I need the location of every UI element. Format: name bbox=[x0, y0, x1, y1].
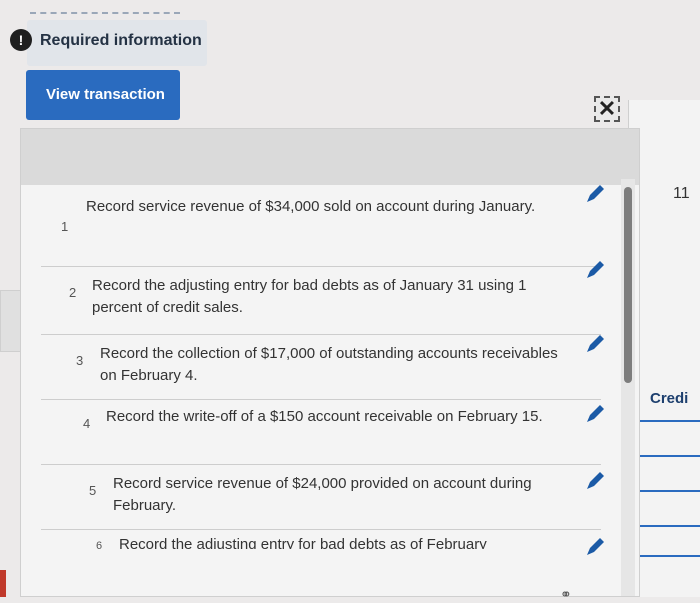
pencil-icon[interactable] bbox=[583, 258, 607, 282]
transaction-number: 2 bbox=[69, 285, 77, 300]
pencil-icon[interactable] bbox=[583, 469, 607, 493]
transaction-list-dialog: 1 Record service revenue of $34,000 sold… bbox=[20, 128, 640, 597]
credit-entry-line[interactable] bbox=[634, 455, 700, 457]
transaction-number: 5 bbox=[89, 483, 97, 498]
credit-entry-line[interactable] bbox=[634, 490, 700, 492]
transaction-row: 5 Record service revenue of $24,000 prov… bbox=[41, 465, 601, 530]
transaction-description: Record service revenue of $24,000 provid… bbox=[113, 475, 532, 514]
link-icon: ⚭ bbox=[560, 586, 572, 602]
info-icon: ! bbox=[10, 29, 32, 51]
transaction-number: 4 bbox=[83, 416, 91, 431]
transaction-row: 6 Record the adjusting entry for bad deb… bbox=[41, 530, 601, 596]
transaction-description: Record the collection of $17,000 of outs… bbox=[100, 345, 558, 384]
pencil-icon[interactable] bbox=[583, 402, 607, 426]
transaction-row: 1 Record service revenue of $34,000 sold… bbox=[41, 184, 601, 267]
credit-entry-line[interactable] bbox=[634, 420, 700, 422]
credit-entry-line[interactable] bbox=[634, 555, 700, 557]
transaction-row: 4 Record the write-off of a $150 account… bbox=[41, 400, 601, 465]
pencil-icon[interactable] bbox=[583, 332, 607, 356]
transaction-number: 1 bbox=[61, 219, 69, 234]
close-icon[interactable]: ✕ bbox=[594, 96, 620, 122]
transaction-description: Record the adjusting entry for bad debts… bbox=[92, 277, 527, 316]
credit-column-header: Credi bbox=[650, 390, 689, 407]
transaction-description: Record service revenue of $34,000 sold o… bbox=[86, 198, 536, 215]
dialog-header bbox=[21, 129, 639, 185]
scrollbar-thumb[interactable] bbox=[624, 187, 632, 383]
pencil-icon[interactable] bbox=[583, 182, 607, 206]
required-information-label: Required information bbox=[40, 32, 202, 49]
bottom-left-marker bbox=[0, 570, 6, 597]
transaction-row: 2 Record the adjusting entry for bad deb… bbox=[41, 267, 601, 335]
credit-entry-line[interactable] bbox=[634, 525, 700, 527]
pencil-icon[interactable] bbox=[583, 535, 607, 559]
transaction-number: 6 bbox=[96, 540, 103, 552]
page-number: 11 bbox=[673, 185, 690, 202]
left-panel-edge bbox=[0, 290, 22, 352]
transaction-row: 3 Record the collection of $17,000 of ou… bbox=[41, 335, 601, 400]
view-transaction-list-button[interactable]: View transaction list bbox=[26, 70, 180, 153]
transaction-description: Record the write-off of a $150 account r… bbox=[106, 408, 543, 425]
transaction-description: Record the adjusting entry for bad debts… bbox=[119, 536, 487, 549]
top-divider bbox=[30, 12, 180, 14]
transaction-number: 3 bbox=[76, 353, 84, 368]
